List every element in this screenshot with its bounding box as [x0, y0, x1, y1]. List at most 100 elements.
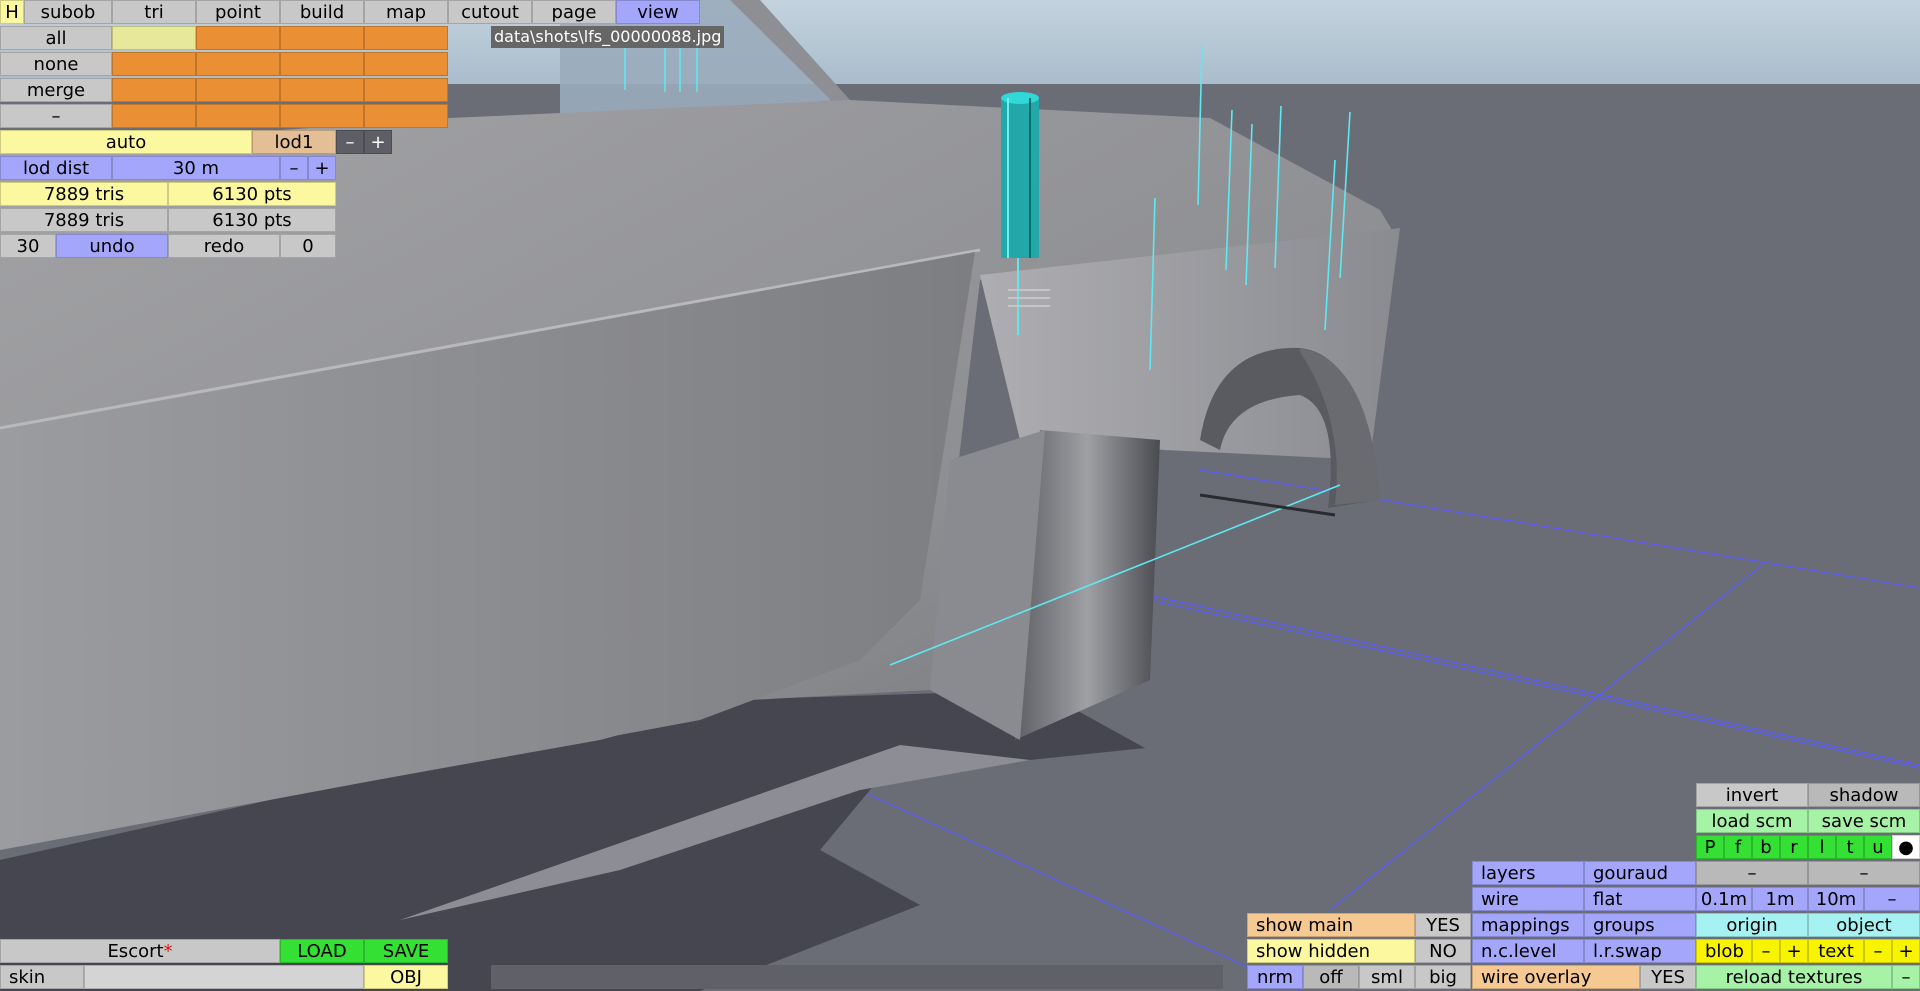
load-scm-button[interactable]: load scm — [1696, 809, 1808, 833]
dash-button[interactable]: – — [1696, 861, 1808, 885]
subtract-button[interactable]: – — [0, 104, 112, 128]
select-all-button[interactable]: all — [0, 26, 112, 50]
blob-minus-button[interactable]: – — [1752, 939, 1780, 963]
undo-button[interactable]: undo — [56, 234, 168, 258]
origin-button[interactable]: origin — [1696, 913, 1808, 937]
select-cell[interactable] — [364, 26, 448, 50]
model-name-label: Escort — [107, 941, 164, 962]
wire-overlay-value[interactable]: YES — [1640, 965, 1696, 989]
layers-button[interactable]: layers — [1472, 861, 1584, 885]
object-button[interactable]: object — [1808, 913, 1920, 937]
show-main-toggle[interactable]: show main — [1247, 913, 1415, 937]
select-cell[interactable] — [112, 78, 196, 102]
wire-overlay-toggle[interactable]: wire overlay — [1472, 965, 1640, 989]
normals-off-button[interactable]: off — [1303, 965, 1359, 989]
wire-button[interactable]: wire — [1472, 887, 1584, 911]
lod-auto-button[interactable]: auto — [0, 130, 252, 154]
redo-count: 0 — [280, 234, 336, 258]
lod-plus-button[interactable]: + — [364, 130, 392, 154]
obj-button[interactable]: OBJ — [364, 965, 448, 989]
shadow-button[interactable]: shadow — [1808, 783, 1920, 807]
tab-subob[interactable]: subob — [24, 0, 112, 24]
select-cell[interactable] — [112, 26, 196, 50]
view-front-button[interactable]: f — [1724, 835, 1752, 859]
select-cell[interactable] — [280, 78, 364, 102]
tab-view[interactable]: view — [616, 0, 700, 24]
select-cell[interactable] — [196, 26, 280, 50]
skin-name-field[interactable] — [84, 965, 364, 989]
merge-button[interactable]: merge — [0, 78, 112, 102]
lod-dist-plus-button[interactable]: + — [308, 156, 336, 180]
select-cell[interactable] — [364, 104, 448, 128]
save-button[interactable]: SAVE — [364, 939, 448, 963]
normals-nrm-button[interactable]: nrm — [1247, 965, 1303, 989]
tab-cutout[interactable]: cutout — [448, 0, 532, 24]
pts-count: 6130 pts — [168, 182, 336, 206]
normals-big-button[interactable]: big — [1415, 965, 1471, 989]
tris-count: 7889 tris — [0, 182, 168, 206]
view-right-button[interactable]: r — [1780, 835, 1808, 859]
text-plus-button[interactable]: + — [1892, 939, 1920, 963]
reload-textures-button[interactable]: reload textures — [1696, 965, 1892, 989]
reload-minus-button[interactable]: – — [1892, 965, 1920, 989]
select-cell[interactable] — [112, 104, 196, 128]
select-cell[interactable] — [112, 52, 196, 76]
select-cell[interactable] — [364, 78, 448, 102]
lr-swap-button[interactable]: l.r.swap — [1584, 939, 1696, 963]
skin-button[interactable]: skin — [0, 965, 84, 989]
tab-h[interactable]: H — [0, 0, 24, 24]
show-main-value[interactable]: YES — [1415, 913, 1471, 937]
mappings-button[interactable]: mappings — [1472, 913, 1584, 937]
save-scm-button[interactable]: save scm — [1808, 809, 1920, 833]
tab-page[interactable]: page — [532, 0, 616, 24]
tab-tri[interactable]: tri — [112, 0, 196, 24]
flat-button[interactable]: flat — [1584, 887, 1696, 911]
lod-dist-label: lod dist — [0, 156, 112, 180]
gouraud-button[interactable]: gouraud — [1584, 861, 1696, 885]
grid-0.1m-button[interactable]: 0.1m — [1696, 887, 1752, 911]
tab-build[interactable]: build — [280, 0, 364, 24]
select-cell[interactable] — [196, 78, 280, 102]
model-name[interactable]: Escort* — [0, 939, 280, 963]
lod-dist-minus-button[interactable]: – — [280, 156, 308, 180]
dash-button[interactable]: – — [1808, 861, 1920, 885]
blob-plus-button[interactable]: + — [1780, 939, 1808, 963]
load-button[interactable]: LOAD — [280, 939, 364, 963]
tab-map[interactable]: map — [364, 0, 448, 24]
invert-button[interactable]: invert — [1696, 783, 1808, 807]
normals-sml-button[interactable]: sml — [1359, 965, 1415, 989]
undo-count: 30 — [0, 234, 56, 258]
select-cell[interactable] — [364, 52, 448, 76]
select-cell[interactable] — [280, 104, 364, 128]
view-left-button[interactable]: l — [1808, 835, 1836, 859]
view-perspective-button[interactable]: P — [1696, 835, 1724, 859]
grid-minus-button[interactable]: – — [1864, 887, 1920, 911]
blob-button[interactable]: blob — [1696, 939, 1752, 963]
groups-button[interactable]: groups — [1584, 913, 1696, 937]
show-hidden-toggle[interactable]: show hidden — [1247, 939, 1415, 963]
view-top-button[interactable]: t — [1836, 835, 1864, 859]
status-bar — [491, 965, 1223, 989]
select-cell[interactable] — [280, 26, 364, 50]
modified-marker: * — [163, 941, 173, 962]
select-cell[interactable] — [196, 52, 280, 76]
lod-level-button[interactable]: lod1 — [252, 130, 336, 154]
select-cell[interactable] — [196, 104, 280, 128]
nc-level-button[interactable]: n.c.level — [1472, 939, 1584, 963]
select-none-button[interactable]: none — [0, 52, 112, 76]
show-hidden-value[interactable]: NO — [1415, 939, 1471, 963]
text-minus-button[interactable]: – — [1864, 939, 1892, 963]
lod-dist-value: 30 m — [112, 156, 280, 180]
grid-1m-button[interactable]: 1m — [1752, 887, 1808, 911]
view-back-button[interactable]: b — [1752, 835, 1780, 859]
select-cell[interactable] — [280, 52, 364, 76]
text-button[interactable]: text — [1808, 939, 1864, 963]
pts-count-total: 6130 pts — [168, 208, 336, 232]
lod-minus-button[interactable]: – — [336, 130, 364, 154]
redo-button[interactable]: redo — [168, 234, 280, 258]
tab-point[interactable]: point — [196, 0, 280, 24]
view-dot-icon[interactable]: ● — [1892, 835, 1920, 859]
tris-count-total: 7889 tris — [0, 208, 168, 232]
grid-10m-button[interactable]: 10m — [1808, 887, 1864, 911]
view-under-button[interactable]: u — [1864, 835, 1892, 859]
